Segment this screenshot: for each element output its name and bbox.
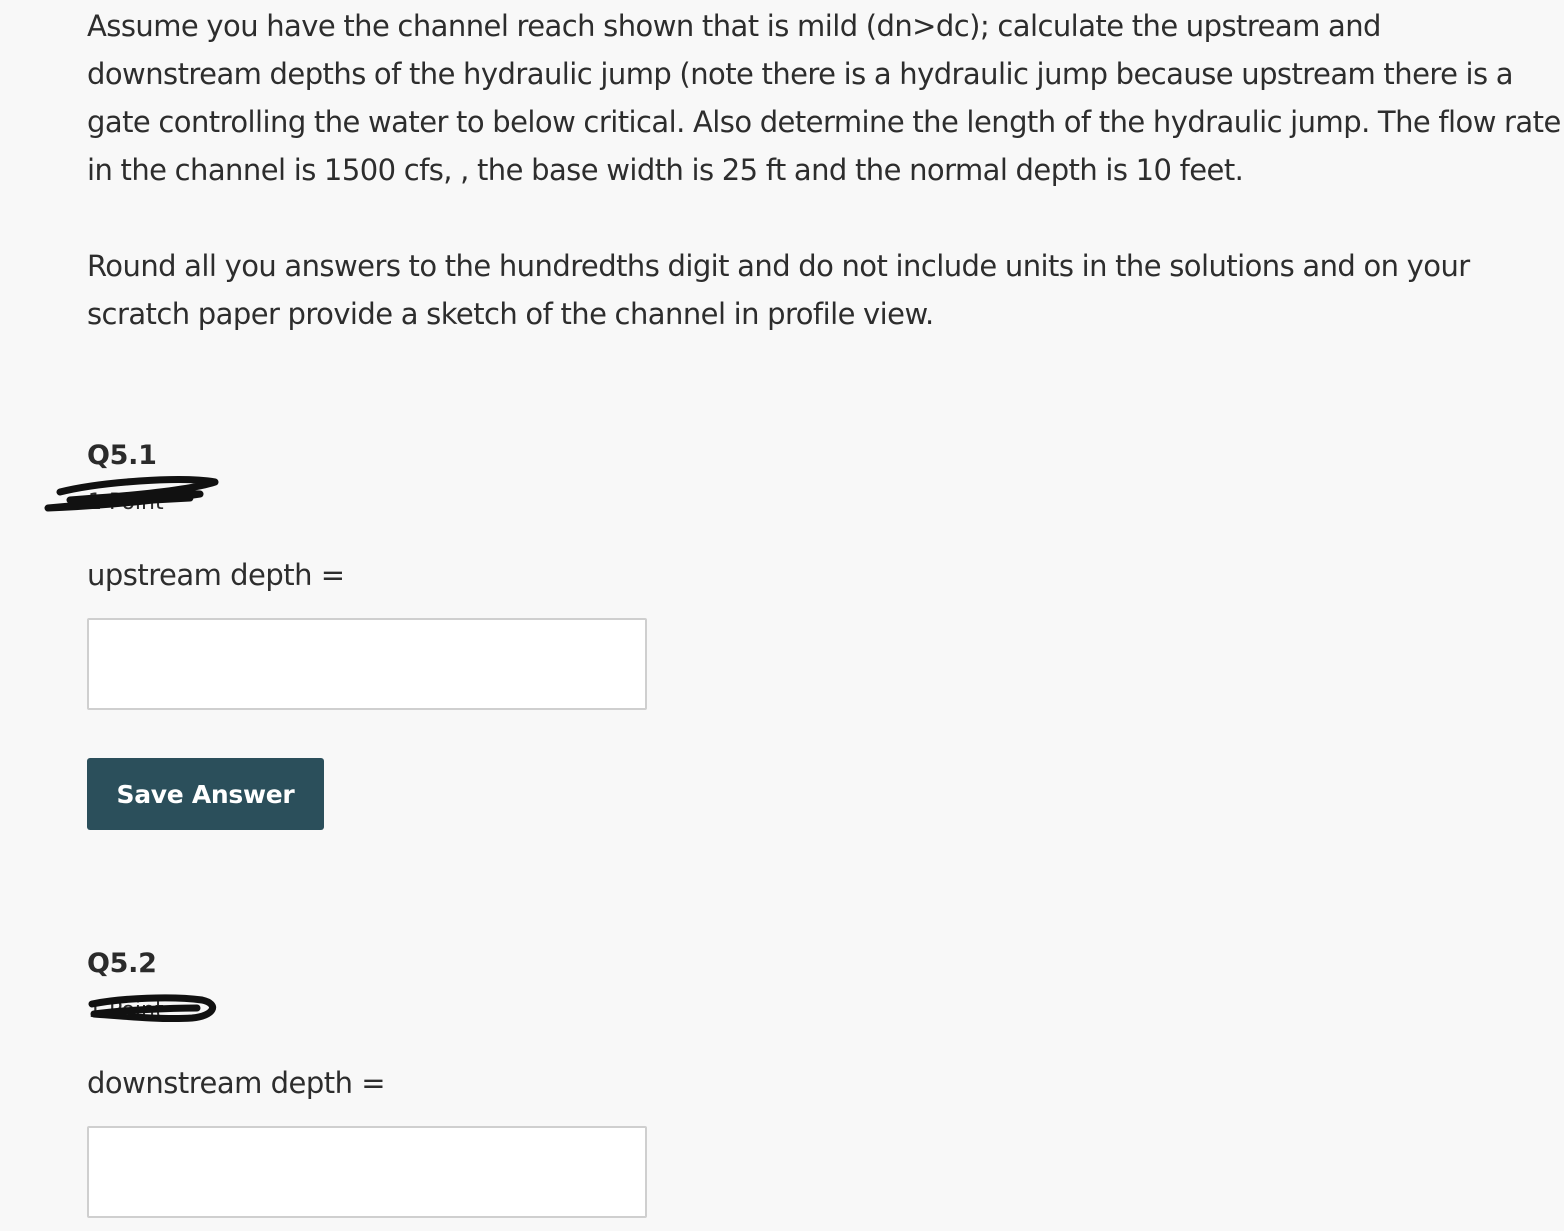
upstream-depth-label: upstream depth = — [87, 558, 345, 592]
question-text: Assume you have the channel reach shown … — [87, 9, 1561, 187]
downstream-depth-input[interactable] — [87, 1126, 647, 1218]
downstream-depth-label: downstream depth = — [87, 1066, 386, 1100]
q5-2-title: Q5.2 — [87, 948, 157, 979]
q5-2-points: 1 Point — [88, 998, 164, 1023]
save-answer-button[interactable]: Save Answer — [87, 758, 324, 830]
q5-1-points: 1 Point — [88, 490, 164, 515]
upstream-depth-input[interactable] — [87, 618, 647, 710]
question-page: Assume you have the channel reach shown … — [0, 0, 1564, 1231]
rounding-instructions: Round all you answers to the hundredths … — [87, 249, 1470, 331]
q5-1-title: Q5.1 — [87, 440, 157, 471]
